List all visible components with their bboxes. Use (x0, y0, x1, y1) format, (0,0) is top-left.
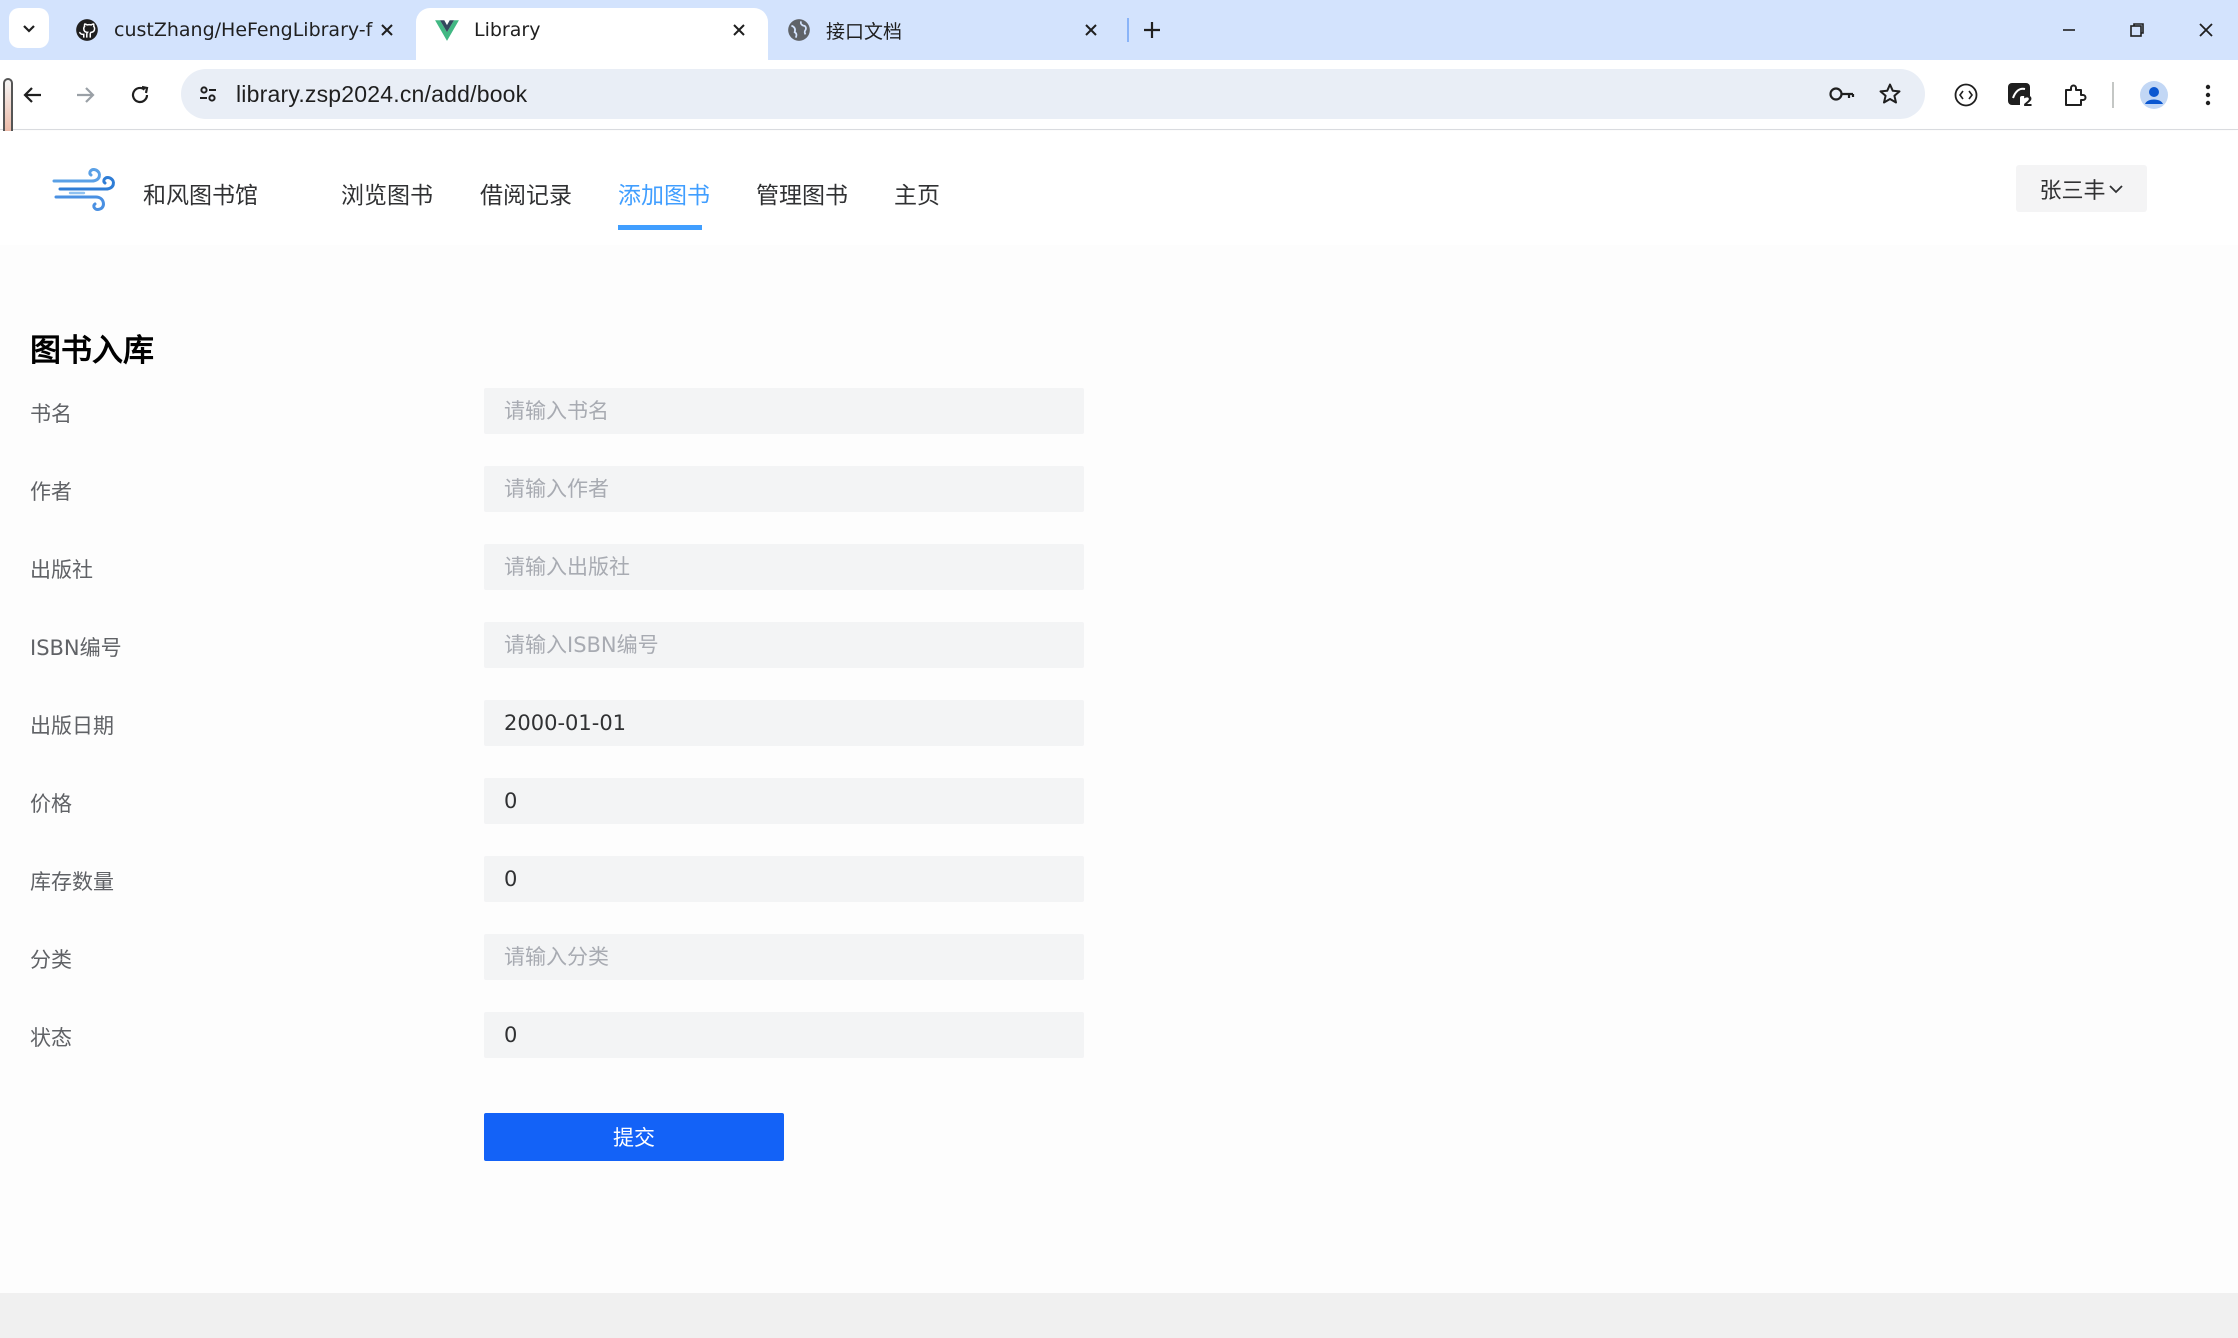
active-nav-indicator (618, 225, 702, 230)
reload-icon (131, 85, 149, 104)
nav-manage-books[interactable]: 管理图书 (756, 176, 848, 210)
github-icon (76, 19, 98, 41)
browser-tab-api-docs[interactable]: 接口文档 (768, 8, 1120, 60)
field-label: 状态 (30, 1026, 72, 1050)
main-content: 图书入库 书名 作者 出版社 ISBN编号 出版日期 价格 库存数量 分类 状态… (0, 245, 2238, 1293)
tab-search-button[interactable] (9, 8, 49, 48)
profile-button[interactable] (2135, 76, 2173, 114)
close-tab-icon[interactable] (726, 17, 752, 43)
page-title: 图书入库 (30, 333, 154, 369)
stock-quantity-input[interactable] (484, 856, 1084, 902)
chevron-down-icon (2108, 184, 2123, 193)
tab-title: 接口文档 (826, 20, 903, 43)
book-title-input[interactable] (484, 388, 1084, 434)
form-row-status: 状态 (0, 1012, 1100, 1060)
nav-borrow-records[interactable]: 借阅记录 (480, 176, 572, 210)
avatar-icon (2140, 81, 2168, 109)
puzzle-icon (2065, 84, 2087, 106)
wind-logo-icon (52, 168, 115, 211)
restore-button[interactable] (2117, 10, 2157, 50)
password-key-icon[interactable] (1827, 79, 1857, 109)
browser-tab-github[interactable]: custZhang/HeFengLibrary-fr (56, 8, 416, 60)
chevron-down-icon (23, 25, 35, 33)
nav-add-book[interactable]: 添加图书 (618, 176, 710, 210)
field-label: 出版社 (30, 558, 93, 582)
nav-browse-books[interactable]: 浏览图书 (341, 176, 433, 210)
back-button[interactable] (14, 76, 52, 114)
form-row-price: 价格 (0, 778, 1100, 826)
extension-code-button[interactable] (1947, 76, 1985, 114)
minimize-icon (2063, 29, 2075, 31)
close-icon (2199, 23, 2213, 37)
status-input[interactable] (484, 1012, 1084, 1058)
category-input[interactable] (484, 934, 1084, 980)
browser-toolbar: library.zsp2024.cn/add/book 2 (0, 60, 2238, 130)
restore-icon (2130, 23, 2144, 37)
field-label: 分类 (30, 948, 72, 972)
close-tab-icon[interactable] (1078, 17, 1104, 43)
tab-title: Library (474, 19, 541, 41)
reload-button[interactable] (121, 76, 159, 114)
submit-button[interactable]: 提交 (484, 1113, 784, 1161)
tab-divider (1127, 18, 1129, 42)
extension-badge-button[interactable]: 2 (2001, 76, 2039, 114)
site-info-icon[interactable] (193, 79, 223, 109)
arrow-right-icon (77, 87, 95, 103)
minimize-button[interactable] (2049, 10, 2089, 50)
form-row-publish-date: 出版日期 (0, 700, 1100, 748)
field-label: 出版日期 (30, 714, 114, 738)
new-tab-button[interactable] (1138, 12, 1166, 48)
url-text[interactable]: library.zsp2024.cn/add/book (236, 81, 527, 108)
publisher-input[interactable] (484, 544, 1084, 590)
field-label: 书名 (30, 402, 72, 426)
close-tab-icon[interactable] (374, 17, 400, 43)
browser-tab-library[interactable]: Library (416, 8, 768, 60)
forward-button[interactable] (66, 76, 104, 114)
author-input[interactable] (484, 466, 1084, 512)
form-row-author: 作者 (0, 466, 1100, 514)
browser-tab-strip: custZhang/HeFengLibrary-fr Library 接口文档 (0, 0, 2238, 60)
plus-icon (1144, 22, 1160, 38)
price-input[interactable] (484, 778, 1084, 824)
address-bar[interactable]: library.zsp2024.cn/add/book (181, 69, 1925, 119)
bookmark-star-icon[interactable] (1875, 79, 1905, 109)
close-window-button[interactable] (2186, 10, 2226, 50)
isbn-input[interactable] (484, 622, 1084, 668)
site-header: 和风图书馆 浏览图书 借阅记录 添加图书 管理图书 主页 张三丰 (0, 131, 2238, 245)
field-label: 价格 (30, 792, 72, 816)
browser-menu-button[interactable] (2189, 76, 2227, 114)
arrow-left-icon (23, 87, 41, 103)
field-label: ISBN编号 (30, 636, 122, 660)
publish-date-input[interactable] (484, 700, 1084, 746)
user-dropdown[interactable]: 张三丰 (2016, 165, 2147, 212)
globe-icon (788, 19, 810, 41)
extension-badge-count: 2 (2023, 94, 2033, 110)
form-row-publisher: 出版社 (0, 544, 1100, 592)
vue-icon (435, 20, 459, 41)
user-name: 张三丰 (2039, 178, 2106, 204)
tab-title: custZhang/HeFengLibrary-fr (114, 19, 374, 41)
site-brand[interactable]: 和风图书馆 (143, 176, 258, 210)
toolbar-divider (2112, 82, 2114, 108)
field-label: 库存数量 (30, 870, 114, 894)
field-label: 作者 (30, 480, 72, 504)
form-row-isbn: ISBN编号 (0, 622, 1100, 670)
nav-home[interactable]: 主页 (894, 176, 940, 210)
form-row-title: 书名 (0, 388, 1100, 436)
code-brackets-icon (1954, 83, 1978, 107)
kebab-menu-icon (2205, 84, 2211, 106)
extensions-button[interactable] (2055, 76, 2093, 114)
form-row-category: 分类 (0, 934, 1100, 982)
page-footer (0, 1293, 2238, 1338)
form-row-stock: 库存数量 (0, 856, 1100, 904)
